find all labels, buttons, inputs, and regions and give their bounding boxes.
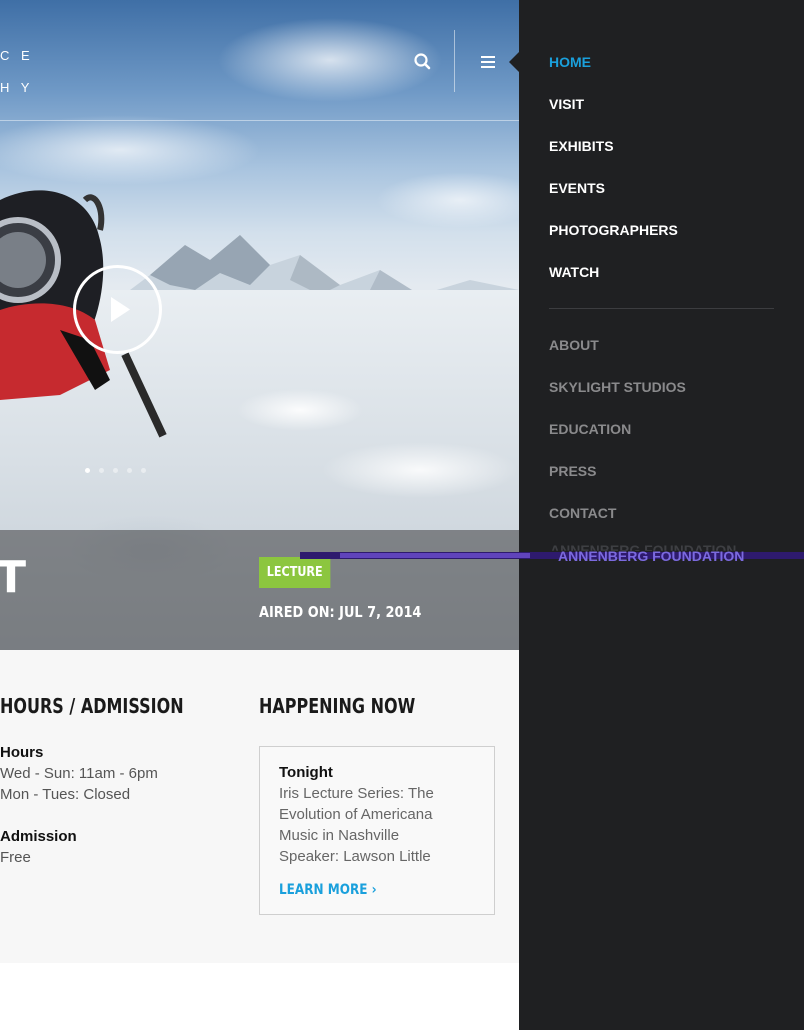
admission-label: Admission — [0, 828, 77, 845]
play-icon — [111, 297, 130, 322]
play-video-button[interactable] — [73, 265, 162, 354]
slider-dot[interactable] — [99, 468, 104, 473]
search-button[interactable] — [408, 48, 436, 76]
nav-item-home[interactable]: HOME — [549, 54, 591, 70]
nav-item-visit[interactable]: VISIT — [549, 96, 584, 112]
happening-line: Speaker: Lawson Little — [279, 848, 431, 865]
nav-item-about[interactable]: ABOUT — [549, 337, 599, 353]
render-glitch-bar-highlight — [340, 553, 530, 558]
nav-item-press[interactable]: PRESS — [549, 463, 596, 479]
hamburger-menu-icon — [481, 56, 495, 68]
nav-item-annenberg-foundation[interactable]: ANNENBERG FOUNDATION — [558, 548, 744, 564]
hero-caption-banner: T — [0, 530, 519, 650]
slider-pagination — [85, 468, 146, 473]
nav-item-watch[interactable]: WATCH — [549, 264, 599, 280]
hours-line-2: Mon - Tues: Closed — [0, 786, 131, 803]
slider-dot[interactable] — [127, 468, 132, 473]
happening-line: Iris Lecture Series: The — [279, 785, 434, 802]
slider-dot[interactable] — [85, 468, 90, 473]
nav-item-exhibits[interactable]: EXHIBITS — [549, 138, 614, 154]
main-page: C E H Y T LECTURE AIRED ON: JUL 7, 2014 … — [0, 0, 519, 1030]
happening-title: Tonight — [279, 764, 333, 781]
hero-title: T — [0, 552, 27, 603]
hours-label: Hours — [0, 744, 44, 761]
info-section: HOURS / ADMISSION Hours Wed - Sun: 11am … — [0, 650, 519, 963]
happening-now-card: Tonight Iris Lecture Series: The Evoluti… — [259, 746, 495, 915]
learn-more-label: LEARN MORE — [279, 882, 368, 898]
slider-dot[interactable] — [141, 468, 146, 473]
logo-line-2: H Y — [0, 80, 34, 95]
menu-toggle-button[interactable] — [474, 48, 502, 76]
search-icon — [414, 53, 431, 70]
happening-now-heading: HAPPENING NOW — [259, 694, 416, 718]
menu-pointer — [509, 52, 519, 72]
nav-item-contact[interactable]: CONTACT — [549, 505, 616, 521]
logo-line-1: C E — [0, 48, 34, 63]
nav-item-education[interactable]: EDUCATION — [549, 421, 631, 437]
nav-item-photographers[interactable]: PHOTOGRAPHERS — [549, 222, 678, 238]
nav-divider — [549, 308, 774, 309]
happening-line: Music in Nashville — [279, 827, 400, 844]
slide-out-menu: HOME VISIT EXHIBITS EVENTS PHOTOGRAPHERS… — [519, 0, 804, 1030]
hours-admission-heading: HOURS / ADMISSION — [0, 694, 184, 718]
site-logo[interactable]: C E H Y — [0, 40, 34, 104]
slider-dot[interactable] — [113, 468, 118, 473]
header-divider-line — [0, 120, 519, 121]
nav-item-skylight-studios[interactable]: SKYLIGHT STUDIOS — [549, 379, 686, 395]
hours-line-1: Wed - Sun: 11am - 6pm — [0, 765, 158, 782]
header-vertical-divider — [454, 30, 455, 92]
aired-date: AIRED ON: JUL 7, 2014 — [259, 603, 422, 621]
nav-item-events[interactable]: EVENTS — [549, 180, 605, 196]
happening-line: Evolution of Americana — [279, 806, 433, 823]
admission-value: Free — [0, 849, 31, 866]
chevron-right-icon: › — [371, 882, 377, 898]
learn-more-link[interactable]: LEARN MORE › — [279, 882, 377, 898]
event-type-badge[interactable]: LECTURE — [259, 557, 331, 588]
